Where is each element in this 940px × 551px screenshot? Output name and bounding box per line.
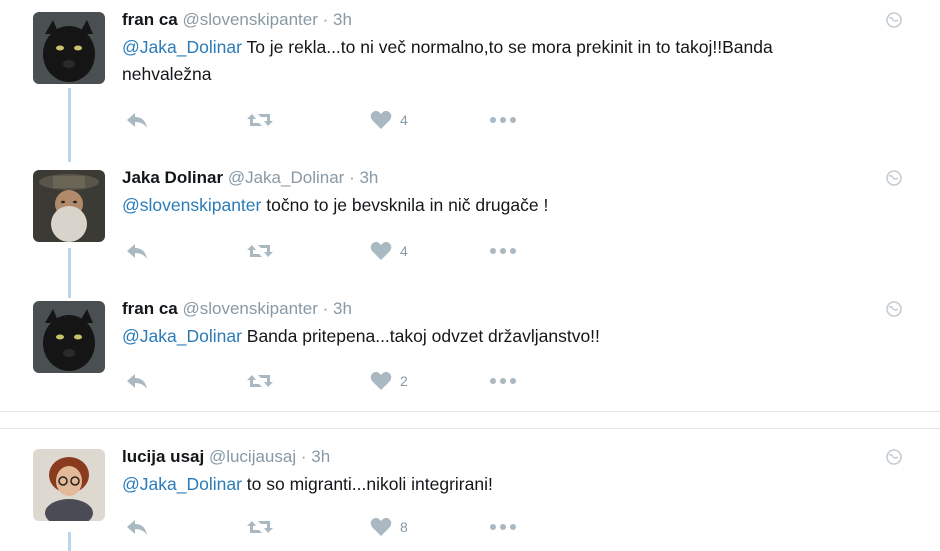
tweet-text: @Jaka_Dolinar Banda pritepena...takoj od… — [122, 323, 822, 350]
globe-icon[interactable] — [886, 170, 902, 191]
user-handle[interactable]: @slovenskipanter — [182, 299, 317, 318]
separator-dot: · — [349, 168, 355, 187]
mention-link[interactable]: @Jaka_Dolinar — [122, 326, 242, 346]
like-count: 4 — [400, 243, 408, 259]
user-handle[interactable]: @lucijausaj — [209, 447, 296, 466]
more-button[interactable] — [488, 523, 518, 531]
user-handle[interactable]: @slovenskipanter — [182, 10, 317, 29]
tweet[interactable]: fran ca @slovenskipanter · 3h @Jaka_Doli… — [0, 10, 940, 140]
retweet-button[interactable] — [246, 517, 274, 537]
avatar-panther[interactable] — [33, 301, 105, 373]
globe-icon[interactable] — [886, 301, 902, 322]
heart-icon — [370, 371, 392, 390]
like-button[interactable]: 8 — [370, 517, 408, 537]
retweet-button[interactable] — [246, 371, 274, 391]
like-button[interactable]: 4 — [370, 241, 408, 261]
like-count: 2 — [400, 373, 408, 389]
heart-icon — [370, 110, 392, 129]
mention-link[interactable]: @slovenskipanter — [122, 195, 261, 215]
tweet-text: @slovenskipanter točno to je bevsknila i… — [122, 192, 822, 219]
mention-link[interactable]: @Jaka_Dolinar — [122, 474, 242, 494]
separator-dot: · — [322, 299, 329, 318]
avatar-woman[interactable] — [33, 449, 105, 521]
reply-button[interactable] — [125, 241, 149, 261]
tweet[interactable]: fran ca @slovenskipanter · 3h @Jaka_Doli… — [0, 299, 940, 404]
reply-button[interactable] — [125, 371, 149, 391]
like-button[interactable]: 4 — [370, 110, 408, 130]
display-name[interactable]: Jaka Dolinar — [122, 168, 223, 187]
retweet-icon — [247, 521, 273, 533]
more-icon — [490, 524, 516, 530]
separator-dot: · — [322, 10, 329, 29]
globe-icon[interactable] — [886, 449, 902, 470]
like-count: 4 — [400, 112, 408, 128]
reply-icon — [127, 520, 147, 535]
like-button[interactable]: 2 — [370, 371, 408, 391]
retweet-icon — [247, 245, 273, 257]
retweet-button[interactable] — [246, 110, 274, 130]
mention-link[interactable]: @Jaka_Dolinar — [122, 37, 242, 57]
display-name[interactable]: fran ca — [122, 299, 178, 318]
tweet-header: fran ca @slovenskipanter · 3h — [122, 299, 352, 319]
tweet-header: fran ca @slovenskipanter · 3h — [122, 10, 352, 30]
tweet-text-content: točno to je bevsknila in nič drugače ! — [261, 195, 549, 215]
tweet-text-content: Banda pritepena...takoj odvzet državljan… — [241, 326, 600, 346]
reply-button[interactable] — [125, 110, 149, 130]
more-icon — [490, 117, 516, 123]
reply-icon — [127, 244, 147, 259]
more-icon — [490, 248, 516, 254]
reply-icon — [127, 374, 147, 389]
retweet-icon — [247, 375, 273, 387]
separator-dot: · — [300, 447, 307, 466]
more-button[interactable] — [488, 247, 518, 255]
retweet-icon — [247, 114, 273, 126]
heart-icon — [370, 241, 392, 260]
tweet[interactable]: lucija usaj @lucijausaj · 3h @Jaka_Dolin… — [0, 447, 940, 551]
tweet-text: @Jaka_Dolinar To je rekla...to ni več no… — [122, 34, 822, 88]
avatar-panther[interactable] — [33, 12, 105, 84]
heart-icon — [370, 517, 392, 536]
timestamp[interactable]: 3h — [333, 10, 352, 29]
user-handle[interactable]: @Jaka_Dolinar — [228, 168, 344, 187]
timestamp[interactable]: 3h — [333, 299, 352, 318]
more-button[interactable] — [488, 116, 518, 124]
more-button[interactable] — [488, 377, 518, 385]
conversation-separator — [0, 411, 940, 412]
reply-button[interactable] — [125, 517, 149, 537]
display-name[interactable]: fran ca — [122, 10, 178, 29]
globe-icon[interactable] — [886, 12, 902, 33]
tweet[interactable]: Jaka Dolinar @Jaka_Dolinar · 3h @slovens… — [0, 168, 940, 273]
tweet-text-content: to so migranti...nikoli integrirani! — [241, 474, 493, 494]
avatar-old-man[interactable] — [33, 170, 105, 242]
conversation-separator — [0, 428, 940, 429]
retweet-button[interactable] — [246, 241, 274, 261]
like-count: 8 — [400, 519, 408, 535]
reply-icon — [127, 113, 147, 128]
tweet-header: lucija usaj @lucijausaj · 3h — [122, 447, 330, 467]
tweet-text: @Jaka_Dolinar to so migranti...nikoli in… — [122, 471, 822, 498]
tweet-header: Jaka Dolinar @Jaka_Dolinar · 3h — [122, 168, 378, 188]
more-icon — [490, 378, 516, 384]
timestamp[interactable]: 3h — [311, 447, 330, 466]
timestamp[interactable]: 3h — [359, 168, 378, 187]
display-name[interactable]: lucija usaj — [122, 447, 204, 466]
